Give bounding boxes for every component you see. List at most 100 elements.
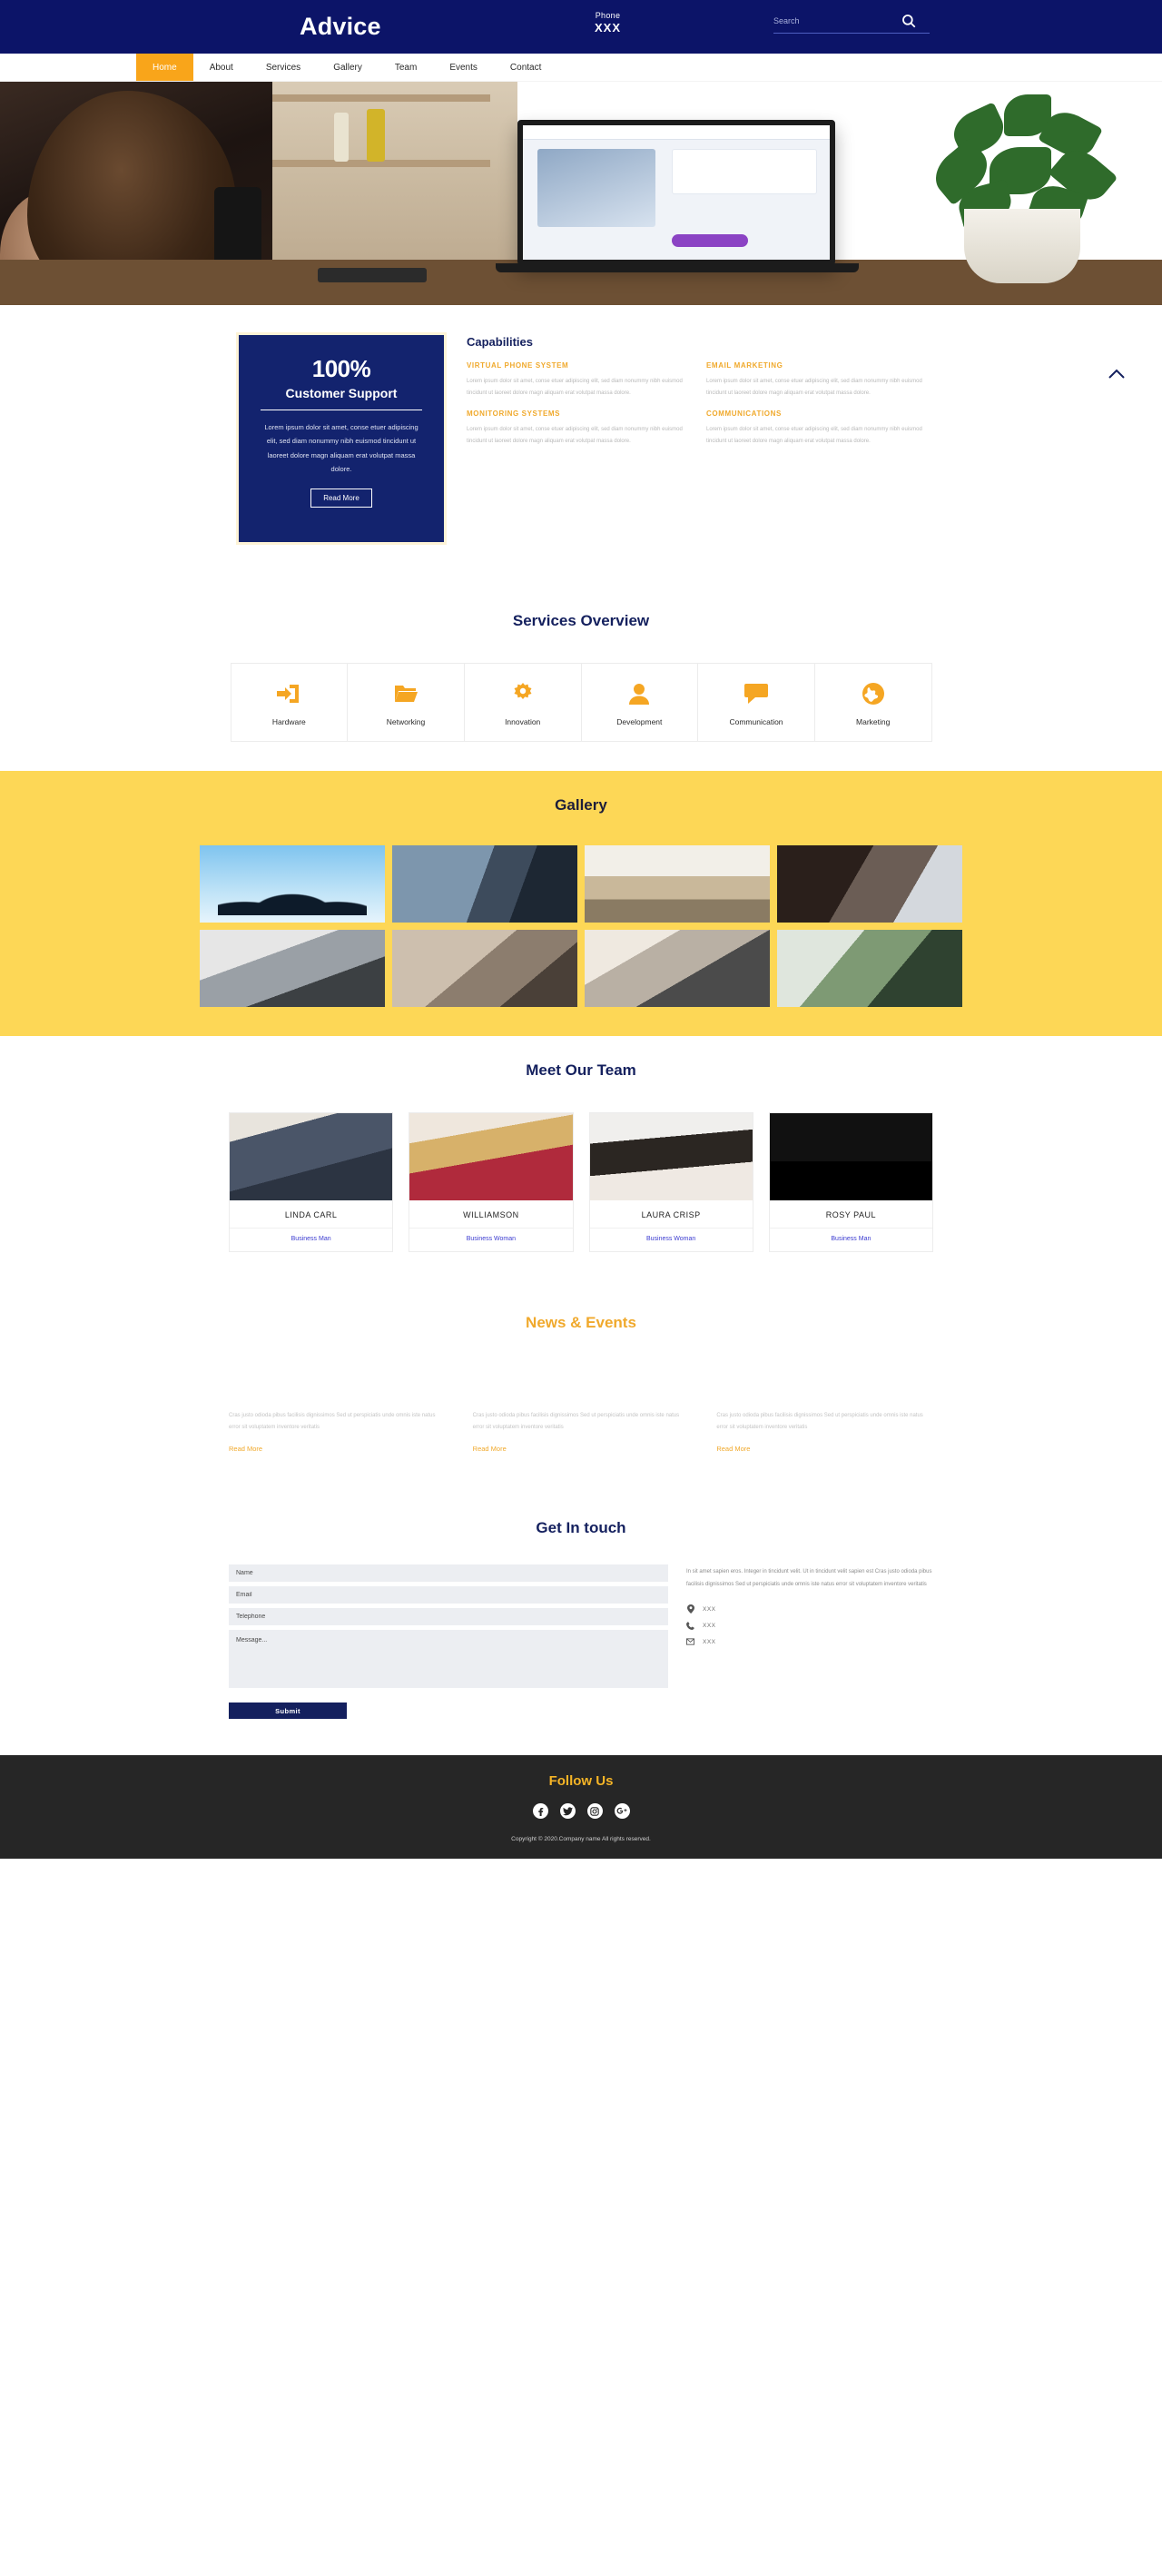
search-bar[interactable] — [773, 13, 930, 34]
contact-phone-value: XXX — [703, 1622, 716, 1629]
message-textarea[interactable] — [229, 1630, 668, 1689]
support-read-more-button[interactable]: Read More — [310, 488, 372, 508]
team-photo — [409, 1113, 573, 1200]
contact-info-text: In sit amet sapien eros. Integer in tinc… — [686, 1569, 932, 1587]
team-member-role: Business Woman — [466, 1236, 517, 1242]
facebook-icon[interactable] — [532, 1803, 548, 1820]
main-navigation: Home About Services Gallery Team Events … — [0, 54, 1162, 82]
scroll-to-top-icon[interactable] — [1108, 369, 1126, 380]
team-card-williamson[interactable]: WILLIAMSON Business Woman — [409, 1112, 574, 1252]
contact-info: In sit amet sapien eros. Integer in tinc… — [686, 1564, 933, 1719]
phone-label: Phone — [595, 11, 621, 20]
gallery-image-5[interactable] — [200, 930, 385, 1007]
hero-bottle-yellow — [367, 109, 385, 162]
gallery-image-1[interactable] — [200, 845, 385, 923]
nav-item-gallery[interactable]: Gallery — [317, 54, 379, 81]
capabilities-title: Capabilities — [467, 335, 533, 349]
telephone-input[interactable] — [229, 1608, 668, 1626]
team-member-role: Business Woman — [645, 1236, 696, 1242]
gallery-image-3[interactable] — [585, 845, 770, 923]
services-overview-section: Services Overview Hardware Networking In… — [0, 588, 1162, 771]
social-links — [0, 1803, 1162, 1820]
capability-heading: MONITORING SYSTEMS — [467, 410, 561, 419]
hero-screen-image — [537, 149, 655, 227]
team-grid: LINDA CARL Business Man WILLIAMSON Busin… — [229, 1112, 933, 1252]
capability-item-monitoring-systems: MONITORING SYSTEMS Lorem ipsum dolor sit… — [467, 410, 686, 447]
team-photo — [769, 1113, 932, 1200]
service-card-marketing[interactable]: Marketing — [815, 664, 931, 741]
contact-email-row: XXX — [686, 1638, 933, 1646]
envelope-icon — [686, 1638, 694, 1646]
nav-item-events[interactable]: Events — [433, 54, 494, 81]
gallery-image-8[interactable] — [777, 930, 962, 1007]
news-grid: Cras justo odioda pibus facilisis dignis… — [229, 1410, 933, 1456]
service-label: Communication — [729, 717, 783, 726]
location-pin-icon — [686, 1604, 694, 1614]
news-events-section: News & Events Cras justo odioda pibus fa… — [0, 1288, 1162, 1496]
capability-text: Lorem ipsum dolor sit amet, conse etuer … — [706, 427, 922, 444]
gallery-grid — [200, 845, 962, 1007]
news-read-more-link[interactable]: Read More — [229, 1445, 262, 1453]
hero-screen-toolbar — [523, 125, 830, 140]
nav-item-home[interactable]: Home — [136, 54, 193, 81]
news-text: Cras justo odioda pibus facilisis dignis… — [229, 1413, 436, 1431]
capability-text: Lorem ipsum dolor sit amet, conse etuer … — [467, 427, 683, 444]
search-input[interactable] — [773, 16, 901, 25]
hero-laptop-base — [496, 263, 859, 272]
team-section: Meet Our Team LINDA CARL Business Man WI… — [0, 1036, 1162, 1288]
hero-laptop — [517, 120, 835, 265]
search-icon[interactable] — [901, 13, 917, 29]
capability-heading: EMAIL MARKETING — [706, 361, 783, 370]
team-member-name: LINDA CARL — [230, 1200, 393, 1229]
top-header-bar: Advice Phone XXX — [0, 0, 1162, 54]
instagram-icon[interactable] — [586, 1803, 603, 1820]
nav-item-services[interactable]: Services — [250, 54, 317, 81]
hero-screen-card — [672, 149, 817, 194]
site-logo[interactable]: Advice — [300, 13, 381, 41]
team-card-linda-carl[interactable]: LINDA CARL Business Man — [229, 1112, 394, 1252]
contact-address-value: XXX — [703, 1605, 716, 1613]
capability-item-virtual-phone-system: VIRTUAL PHONE SYSTEM Lorem ipsum dolor s… — [467, 361, 686, 399]
news-title: News & Events — [526, 1314, 636, 1331]
service-card-development[interactable]: Development — [582, 664, 699, 741]
name-input[interactable] — [229, 1564, 668, 1583]
nav-item-contact[interactable]: Contact — [494, 54, 557, 81]
gallery-image-7[interactable] — [585, 930, 770, 1007]
service-card-networking[interactable]: Networking — [348, 664, 465, 741]
hero-screen-button — [672, 234, 748, 247]
service-label: Development — [616, 717, 663, 726]
twitter-icon[interactable] — [559, 1803, 576, 1820]
hero-shelf-top — [272, 94, 490, 102]
team-card-rosy-paul[interactable]: ROSY PAUL Business Man — [768, 1112, 933, 1252]
submit-button[interactable]: Submit — [229, 1703, 347, 1720]
contact-form: Submit — [229, 1564, 668, 1720]
email-input[interactable] — [229, 1586, 668, 1604]
service-card-communication[interactable]: Communication — [698, 664, 815, 741]
team-member-name: ROSY PAUL — [769, 1200, 932, 1229]
capability-item-communications: COMMUNICATIONS Lorem ipsum dolor sit ame… — [706, 410, 926, 447]
google-plus-icon[interactable] — [614, 1803, 630, 1820]
capabilities-section: 100% Customer Support Lorem ipsum dolor … — [0, 305, 1162, 588]
capability-heading: VIRTUAL PHONE SYSTEM — [467, 361, 569, 370]
gallery-image-2[interactable] — [392, 845, 577, 923]
gallery-image-4[interactable] — [777, 845, 962, 923]
follow-us-title: Follow Us — [548, 1773, 614, 1790]
news-read-more-link[interactable]: Read More — [473, 1445, 507, 1453]
service-label: Marketing — [856, 717, 891, 726]
team-photo — [230, 1113, 393, 1200]
team-title: Meet Our Team — [526, 1061, 636, 1079]
service-card-hardware[interactable]: Hardware — [231, 664, 349, 741]
nav-item-about[interactable]: About — [193, 54, 250, 81]
team-member-role: Business Man — [831, 1236, 872, 1242]
team-member-name: WILLIAMSON — [409, 1200, 573, 1229]
gallery-section: Gallery — [0, 771, 1162, 1036]
hero-background-image — [0, 82, 1162, 305]
team-member-name: LAURA CRISP — [589, 1200, 753, 1229]
nav-item-team[interactable]: Team — [379, 54, 433, 81]
gallery-image-6[interactable] — [392, 930, 577, 1007]
team-card-laura-crisp[interactable]: LAURA CRISP Business Woman — [588, 1112, 753, 1252]
support-subtitle: Customer Support — [285, 386, 398, 400]
service-card-innovation[interactable]: Innovation — [465, 664, 582, 741]
news-read-more-link[interactable]: Read More — [716, 1445, 750, 1453]
site-footer: Follow Us Copyright © 2020.Company name … — [0, 1755, 1162, 1860]
